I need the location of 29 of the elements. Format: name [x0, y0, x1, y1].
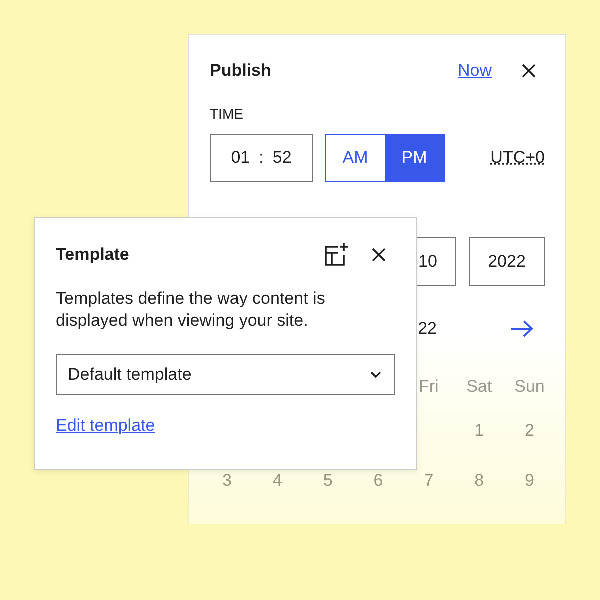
time-label: TIME	[210, 106, 244, 122]
calendar-day[interactable]: 6	[353, 471, 404, 491]
close-icon[interactable]	[371, 247, 387, 263]
weekday-label: Sun	[514, 377, 546, 397]
time-field[interactable]: 01 : 52	[210, 134, 313, 182]
panel-title: Publish	[210, 61, 272, 81]
calendar-day[interactable]: 7	[404, 471, 454, 491]
weekday-label: Fri	[418, 377, 440, 397]
edit-template-link[interactable]: Edit template	[56, 416, 156, 436]
popover-title: Template	[56, 245, 130, 265]
now-link[interactable]: Now	[458, 61, 492, 81]
calendar-day[interactable]: 2	[504, 421, 555, 441]
description-text: Templates define the way content is displayed when viewing your site.	[56, 288, 326, 332]
period-toggle[interactable]: PM	[385, 135, 444, 181]
year-field[interactable]: 2022	[469, 237, 545, 286]
close-icon[interactable]	[521, 63, 537, 79]
weekday-label: Sat	[466, 377, 494, 397]
calendar-day[interactable]: 9	[504, 471, 555, 491]
calendar-day[interactable]: 3	[202, 471, 252, 491]
calendar-day[interactable]: 8	[454, 471, 505, 491]
calendar-day[interactable]: 1	[454, 421, 505, 441]
timezone-label[interactable]: UTC+0	[490, 148, 545, 168]
add-template-icon[interactable]	[323, 242, 349, 268]
next-arrow-icon[interactable]	[510, 320, 534, 338]
month-heading: 22	[418, 319, 437, 339]
chevron-down-icon	[370, 370, 382, 378]
calendar-day[interactable]: 4	[252, 471, 303, 491]
template-select[interactable]: Default template	[56, 354, 395, 395]
calendar-day[interactable]: 5	[302, 471, 354, 491]
